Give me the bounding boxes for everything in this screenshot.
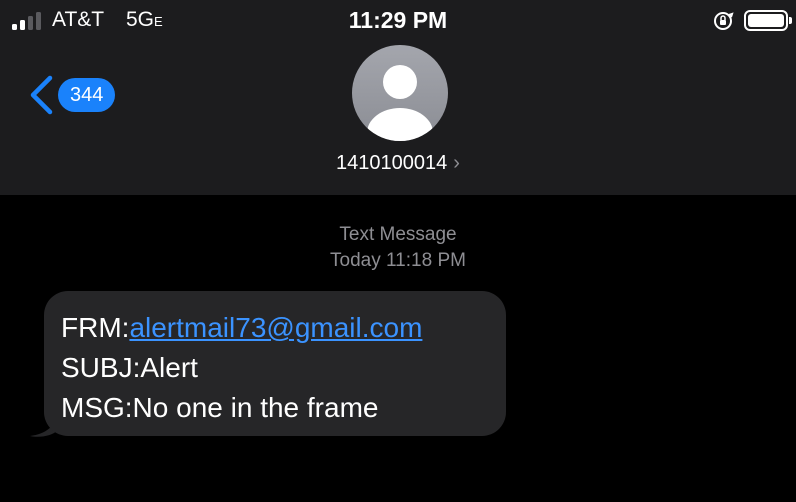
- contact-number: 1410100014: [336, 152, 448, 174]
- clock-time: 11:29 PM: [348, 7, 448, 33]
- message-body-line: MSG:No one in the frame: [61, 392, 379, 423]
- person-icon: [367, 65, 433, 141]
- battery-icon: [744, 10, 792, 31]
- from-label: FRM:: [61, 312, 130, 343]
- message-from-line: FRM:alertmail73@gmail.com: [61, 308, 506, 348]
- message-subject-line: SUBJ:Alert: [61, 352, 198, 383]
- contact-avatar[interactable]: [352, 45, 448, 141]
- rotation-lock-icon: [714, 12, 734, 30]
- chevron-left-icon: [30, 75, 53, 115]
- message-meta: Text Message Today 11:18 PM: [0, 222, 796, 274]
- message-timestamp: Today 11:18 PM: [330, 250, 466, 271]
- email-link[interactable]: alertmail73@gmail.com: [129, 312, 422, 343]
- unread-count-badge: 344: [58, 78, 116, 112]
- message-type-label: Text Message: [339, 224, 457, 245]
- chevron-right-icon: ›: [453, 152, 460, 174]
- conversation-header: AT&T 5GE 11:29 PM 344 1410100014 ›: [0, 0, 796, 195]
- battery-level: [748, 14, 784, 27]
- message-bubble[interactable]: FRM:alertmail73@gmail.com SUBJ:Alert MSG…: [44, 291, 506, 436]
- contact-name-button[interactable]: 1410100014 ›: [0, 152, 796, 175]
- back-button[interactable]: 344: [28, 74, 116, 116]
